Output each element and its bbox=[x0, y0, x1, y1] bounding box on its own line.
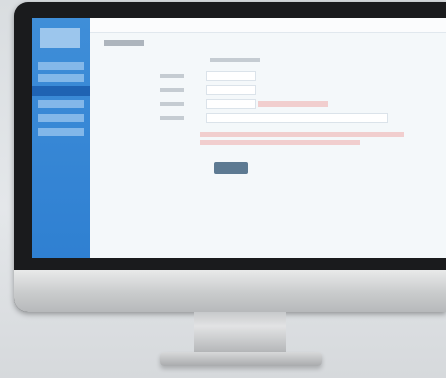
text-input[interactable] bbox=[206, 85, 256, 95]
sidebar-item[interactable] bbox=[38, 100, 84, 108]
top-bar bbox=[90, 18, 446, 33]
text-input-wide[interactable] bbox=[206, 113, 388, 123]
field-label bbox=[160, 102, 184, 106]
sidebar-logo bbox=[40, 28, 80, 48]
sidebar-item-active[interactable] bbox=[32, 86, 90, 96]
save-button[interactable] bbox=[214, 162, 248, 174]
field-label bbox=[160, 74, 184, 78]
validation-message bbox=[258, 101, 328, 107]
sidebar bbox=[32, 18, 90, 258]
text-input[interactable] bbox=[206, 71, 256, 81]
main-content bbox=[90, 18, 446, 258]
field-label bbox=[160, 116, 184, 120]
sidebar-item[interactable] bbox=[38, 62, 84, 70]
monitor-chin bbox=[14, 270, 446, 312]
sidebar-item[interactable] bbox=[38, 114, 84, 122]
validation-message bbox=[200, 140, 360, 145]
sidebar-item[interactable] bbox=[38, 74, 84, 82]
monitor-stand-base bbox=[160, 352, 322, 366]
validation-message bbox=[200, 132, 404, 137]
text-input[interactable] bbox=[206, 99, 256, 109]
screen bbox=[32, 18, 446, 258]
form-section-title bbox=[210, 58, 260, 62]
monitor-frame bbox=[14, 2, 446, 312]
monitor-stand-neck bbox=[194, 312, 286, 352]
field-label bbox=[160, 88, 184, 92]
sidebar-item[interactable] bbox=[38, 128, 84, 136]
page-title bbox=[104, 40, 144, 46]
